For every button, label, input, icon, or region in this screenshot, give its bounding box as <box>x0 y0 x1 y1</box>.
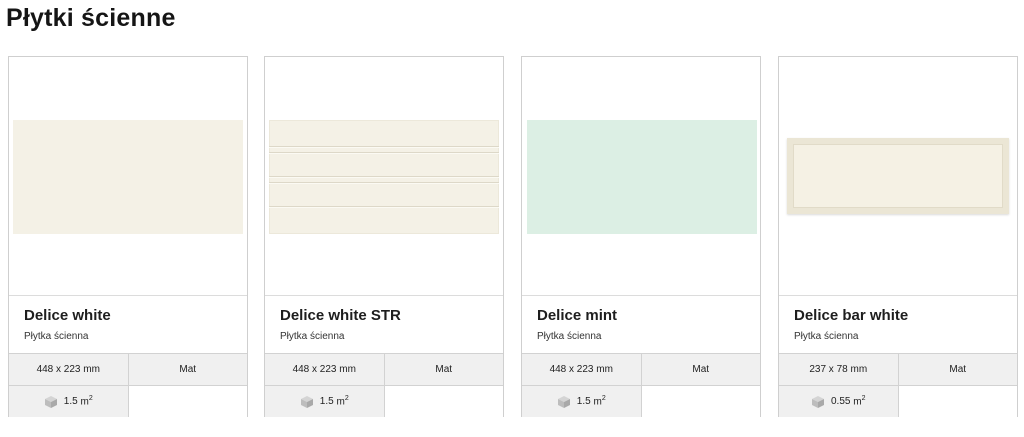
empty-cell <box>383 386 503 417</box>
box-icon <box>44 395 57 408</box>
product-name[interactable]: Delice white <box>24 307 111 324</box>
dimensions-value: 448 x 223 mm <box>292 364 356 375</box>
spec-row-package: 1.5 m2 <box>522 385 760 417</box>
package-area-value: 1.5 <box>576 396 591 407</box>
box-icon <box>300 395 313 408</box>
package-area: 1.5 m2 <box>265 386 384 417</box>
product-name[interactable]: Delice bar white <box>794 307 908 324</box>
tile-preview <box>13 120 243 234</box>
empty-cell <box>897 386 1017 417</box>
spec-row-package: 0.55 m2 <box>779 385 1017 417</box>
tile-preview <box>269 120 499 234</box>
spec-row-dimensions: 448 x 223 mm Mat <box>265 353 503 385</box>
package-area-unit: m2 <box>80 395 93 408</box>
package-area-unit: m2 <box>593 395 606 408</box>
product-image[interactable] <box>265 57 503 296</box>
product-name[interactable]: Delice mint <box>537 307 617 324</box>
product-card-delice-white-str[interactable]: Delice white STR Płytka ścienna 448 x 22… <box>264 56 504 417</box>
dimensions-value: 237 x 78 mm <box>809 364 868 375</box>
dimensions-value: 448 x 223 mm <box>36 364 100 375</box>
package-area: 0.55 m2 <box>779 386 898 417</box>
dimensions-value: 448 x 223 mm <box>549 364 613 375</box>
finish-value: Mat <box>383 354 504 385</box>
finish-value: Mat <box>640 354 761 385</box>
empty-cell <box>640 386 760 417</box>
product-image[interactable] <box>779 57 1017 296</box>
package-area-unit: m2 <box>336 395 349 408</box>
package-area: 1.5 m2 <box>522 386 641 417</box>
box-icon <box>557 395 570 408</box>
package-area-unit: m2 <box>853 395 866 408</box>
page-title: Płytki ścienne <box>6 4 176 32</box>
package-area-value: 0.55 <box>831 396 851 407</box>
package-area: 1.5 m2 <box>9 386 128 417</box>
product-card-delice-white[interactable]: Delice white Płytka ścienna 448 x 223 mm… <box>8 56 248 417</box>
spec-row-package: 1.5 m2 <box>265 385 503 417</box>
product-image[interactable] <box>522 57 760 296</box>
tile-preview <box>787 138 1009 214</box>
product-category: Płytka ścienna <box>537 331 602 342</box>
spec-row-dimensions: 448 x 223 mm Mat <box>522 353 760 385</box>
product-name[interactable]: Delice white STR <box>280 307 401 324</box>
tile-preview <box>527 120 757 234</box>
finish-value: Mat <box>897 354 1018 385</box>
product-category: Płytka ścienna <box>24 331 89 342</box>
spec-row-dimensions: 237 x 78 mm Mat <box>779 353 1017 385</box>
product-category: Płytka ścienna <box>794 331 859 342</box>
product-category: Płytka ścienna <box>280 331 345 342</box>
product-card-delice-mint[interactable]: Delice mint Płytka ścienna 448 x 223 mm … <box>521 56 761 417</box>
package-area-value: 1.5 <box>63 396 78 407</box>
product-card-delice-bar-white[interactable]: Delice bar white Płytka ścienna 237 x 78… <box>778 56 1018 417</box>
finish-value: Mat <box>127 354 248 385</box>
empty-cell <box>127 386 247 417</box>
box-icon <box>812 395 824 408</box>
spec-row-dimensions: 448 x 223 mm Mat <box>9 353 247 385</box>
package-area-value: 1.5 <box>319 396 334 407</box>
product-image[interactable] <box>9 57 247 296</box>
spec-row-package: 1.5 m2 <box>9 385 247 417</box>
